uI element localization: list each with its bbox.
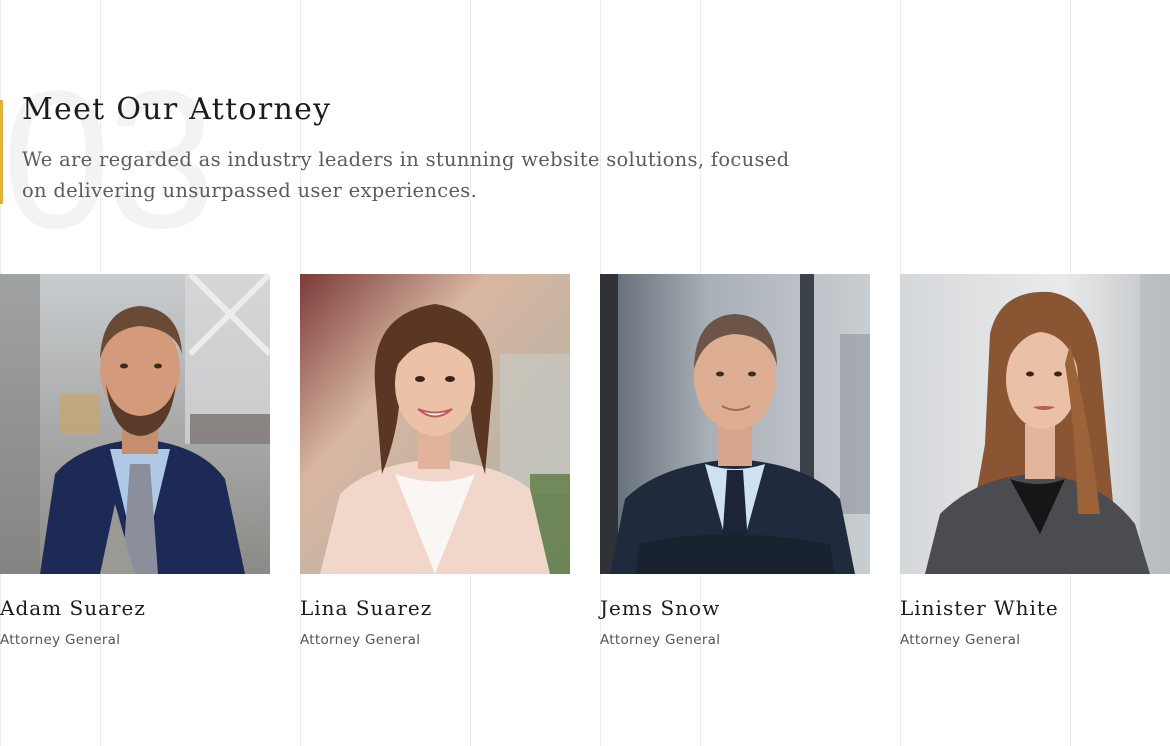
section-header: 03 Meet Our Attorney We are regarded as … <box>0 62 820 258</box>
attorney-role: Attorney General <box>900 632 1021 648</box>
attorney-card[interactable]: Linister White Attorney General <box>900 274 1170 648</box>
attorney-photo[interactable] <box>0 274 270 574</box>
attorney-name[interactable]: Adam Suarez <box>0 596 270 620</box>
man-suit-portrait-image <box>600 274 870 574</box>
section-description: We are regarded as industry leaders in s… <box>22 148 790 202</box>
attorney-role: Attorney General <box>0 632 121 648</box>
accent-bar <box>0 100 3 204</box>
man-beard-blazer-portrait-image <box>0 274 270 574</box>
section-title: Meet Our Attorney <box>22 92 332 127</box>
attorney-name[interactable]: Jems Snow <box>600 596 870 620</box>
attorney-photo[interactable] <box>900 274 1170 574</box>
woman-smiling-portrait-image <box>300 274 570 574</box>
attorney-card[interactable]: Adam Suarez Attorney General <box>0 274 270 648</box>
attorney-photo[interactable] <box>600 274 870 574</box>
attorney-role: Attorney General <box>600 632 721 648</box>
attorney-role: Attorney General <box>300 632 421 648</box>
attorney-name[interactable]: Lina Suarez <box>300 596 570 620</box>
attorney-name[interactable]: Linister White <box>900 596 1170 620</box>
attorney-photo[interactable] <box>300 274 570 574</box>
attorney-card[interactable]: Lina Suarez Attorney General <box>300 274 570 648</box>
attorney-card[interactable]: Jems Snow Attorney General <box>600 274 870 648</box>
woman-long-hair-portrait-image <box>900 274 1170 574</box>
